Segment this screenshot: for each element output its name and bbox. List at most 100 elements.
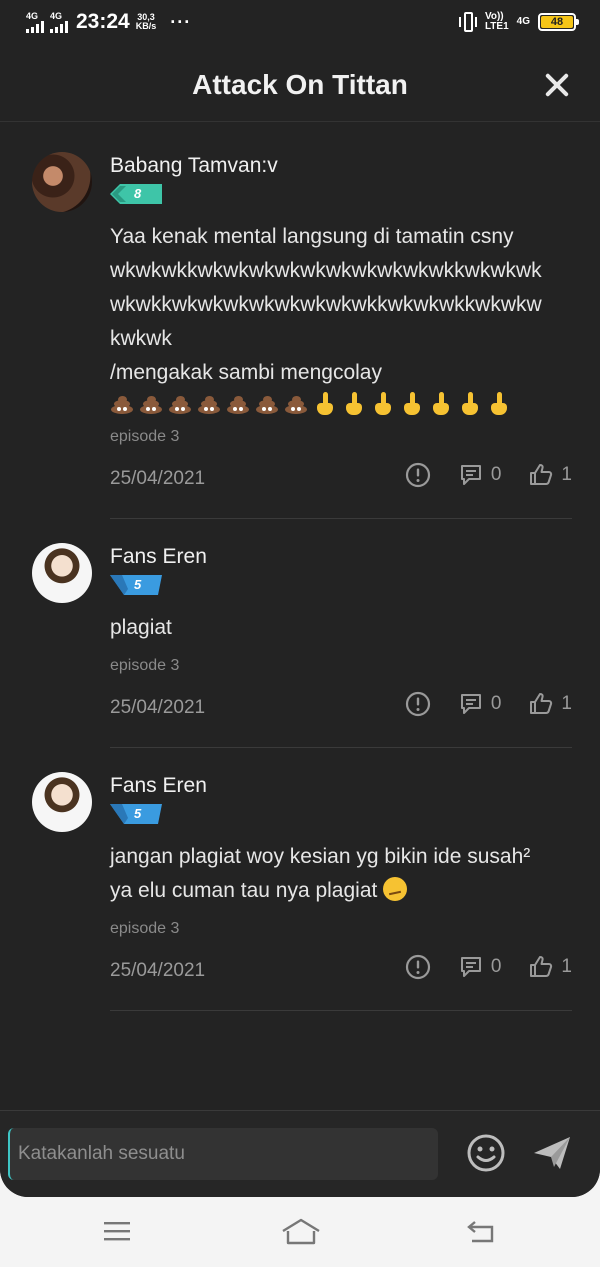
- avatar[interactable]: [32, 772, 92, 832]
- avatar[interactable]: [32, 543, 92, 603]
- smiley-icon: [467, 1134, 505, 1172]
- like-count: 1: [561, 693, 572, 714]
- signal-1: 4G: [26, 10, 44, 33]
- emoji-row: [110, 392, 572, 416]
- comment-username[interactable]: Fans Eren: [110, 772, 572, 798]
- level-number: 8: [134, 186, 142, 201]
- report-button[interactable]: [405, 462, 431, 488]
- comment-actions: 0 1: [377, 691, 572, 717]
- comment-date: 25/04/2021: [110, 960, 206, 981]
- poop-emoji-icon: [139, 392, 163, 416]
- network-type-1: 4G: [26, 10, 39, 21]
- reply-button[interactable]: 0: [459, 692, 502, 716]
- thumbs-up-icon: [530, 693, 553, 714]
- avatar[interactable]: [32, 152, 92, 212]
- comment-icon: [460, 694, 481, 714]
- comment-meta: 25/04/2021 0 1: [110, 691, 572, 727]
- poop-emoji-icon: [226, 392, 250, 416]
- comment-text: jangan plagiat woy kesian yg bikin ide s…: [110, 840, 572, 908]
- back-icon[interactable]: [464, 1217, 500, 1247]
- system-nav-bar: [0, 1197, 600, 1267]
- like-button[interactable]: 1: [529, 463, 572, 487]
- network-type-3: 4G: [516, 16, 530, 27]
- middle-finger-emoji-icon: [313, 392, 337, 416]
- comment-actions: 0 1: [377, 462, 572, 488]
- level-badge: 5: [110, 804, 162, 824]
- battery-level: 48: [541, 16, 573, 28]
- vibrate-icon: [458, 12, 477, 32]
- comment-username[interactable]: Fans Eren: [110, 543, 572, 569]
- comment-meta: 25/04/2021 0 1: [110, 954, 572, 990]
- more-notifications: ···: [170, 11, 192, 32]
- close-icon[interactable]: [544, 72, 570, 98]
- comment-line: ya elu cuman tau nya plagiat: [110, 879, 378, 902]
- send-button[interactable]: [532, 1133, 572, 1173]
- middle-finger-emoji-icon: [487, 392, 511, 416]
- comment-username[interactable]: Babang Tamvan:v: [110, 152, 572, 178]
- page-title: Attack On Tittan: [192, 69, 408, 100]
- emoji-button[interactable]: [466, 1133, 506, 1173]
- comment-item: Babang Tamvan:v 8 Yaa kenak mental langs…: [32, 152, 572, 519]
- home-icon[interactable]: [280, 1217, 322, 1247]
- poop-emoji-icon: [197, 392, 221, 416]
- divider: [110, 1010, 572, 1011]
- level-number: 5: [134, 577, 142, 592]
- battery-icon: 48: [538, 13, 579, 31]
- middle-finger-emoji-icon: [400, 392, 424, 416]
- reply-button[interactable]: 0: [459, 955, 502, 979]
- status-bar: 4G 4G 23:24 30,3 KB/s ··· Vo)) LTE1 4G 4…: [0, 0, 600, 46]
- comment-list[interactable]: Babang Tamvan:v 8 Yaa kenak mental langs…: [0, 124, 600, 1110]
- volte-indicator: Vo)) LTE1: [485, 12, 509, 32]
- comment-line: kwkwk: [110, 327, 172, 350]
- comment-actions: 0 1: [377, 954, 572, 980]
- middle-finger-emoji-icon: [458, 392, 482, 416]
- network-speed: 30,3 KB/s: [136, 13, 157, 31]
- reply-count: 0: [490, 956, 502, 977]
- level-number: 5: [134, 806, 142, 821]
- report-button[interactable]: [405, 691, 431, 717]
- comment-date: 25/04/2021: [110, 468, 206, 489]
- comment-text: Yaa kenak mental langsung di tamatin csn…: [110, 220, 572, 416]
- thumbs-up-icon: [530, 956, 553, 977]
- comment-input-bar: [0, 1110, 600, 1197]
- episode-label: episode 3: [110, 920, 180, 937]
- like-button[interactable]: 1: [529, 955, 572, 979]
- poop-emoji-icon: [110, 392, 134, 416]
- menu-icon[interactable]: [100, 1217, 136, 1247]
- reply-count: 0: [490, 693, 502, 714]
- level-badge: 5: [110, 575, 162, 595]
- header: Attack On Tittan: [0, 50, 600, 122]
- comment-line: /mengakak sambi mengcolay: [110, 361, 382, 384]
- send-icon: [534, 1137, 570, 1169]
- comment-line: Yaa kenak mental langsung di tamatin csn…: [110, 225, 514, 248]
- alert-circle-icon: [405, 462, 430, 488]
- like-count: 1: [561, 464, 572, 485]
- poop-emoji-icon: [255, 392, 279, 416]
- poop-emoji-icon: [284, 392, 308, 416]
- network-type-2: 4G: [50, 10, 63, 21]
- comment-icon: [460, 957, 481, 977]
- reply-button[interactable]: 0: [459, 463, 501, 487]
- middle-finger-emoji-icon: [371, 392, 395, 416]
- thumbs-up-icon: [530, 464, 553, 485]
- report-button[interactable]: [405, 954, 431, 980]
- comment-meta: 25/04/2021 0 1: [110, 462, 572, 498]
- comment-line-with-emoji: ya elu cuman tau nya plagiat: [110, 874, 572, 908]
- alert-circle-icon: [405, 954, 430, 980]
- status-right: Vo)) LTE1 4G 48: [458, 12, 579, 32]
- speed-unit: KB/s: [135, 21, 157, 31]
- divider: [110, 747, 572, 748]
- middle-finger-emoji-icon: [342, 392, 366, 416]
- poop-emoji-icon: [168, 392, 192, 416]
- episode-label: episode 3: [110, 657, 180, 674]
- middle-finger-emoji-icon: [429, 392, 453, 416]
- volte-bottom: LTE1: [484, 21, 509, 32]
- clock: 23:24: [76, 10, 130, 33]
- comment-line: jangan plagiat woy kesian yg bikin ide s…: [110, 845, 531, 868]
- signal-2: 4G: [50, 10, 68, 33]
- status-left: 4G 4G 23:24 30,3 KB/s ···: [26, 10, 191, 34]
- comment-date: 25/04/2021: [110, 697, 206, 718]
- comment-icon: [460, 465, 481, 485]
- like-button[interactable]: 1: [529, 692, 572, 716]
- comment-input[interactable]: [8, 1128, 438, 1180]
